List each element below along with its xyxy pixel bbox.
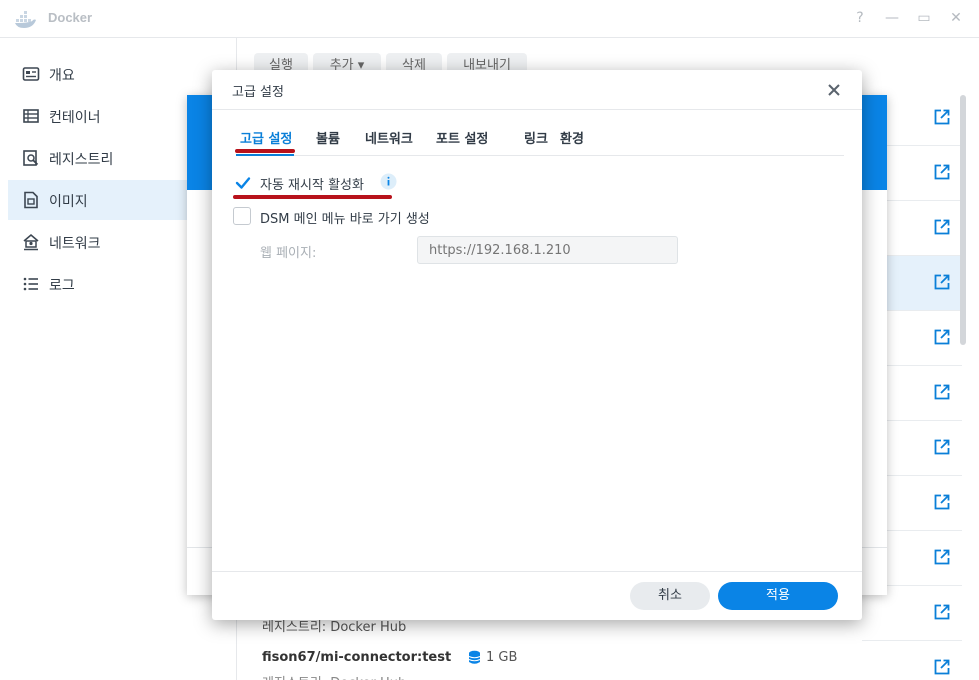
row-divider	[862, 640, 962, 641]
sidebar-item-label: 레지스트리	[49, 152, 114, 168]
container-icon	[23, 109, 39, 123]
tab-volume[interactable]: 볼륨	[316, 128, 340, 147]
open-external-icon[interactable]	[933, 493, 951, 511]
tab-advanced[interactable]: 고급 설정	[240, 128, 292, 147]
open-external-icon[interactable]	[933, 438, 951, 456]
close-icon[interactable]	[824, 80, 844, 100]
auto-restart-checkbox[interactable]	[233, 173, 251, 191]
docker-logo-icon	[15, 11, 36, 28]
red-annotation-underline	[233, 195, 392, 199]
open-external-icon[interactable]	[933, 548, 951, 566]
web-page-label: 웹 페이지:	[260, 246, 317, 261]
checkmark-icon	[235, 177, 251, 189]
sidebar-item-label: 네트워크	[49, 236, 101, 252]
title-bar: Docker ? — ▭ ✕	[0, 0, 979, 38]
image-icon	[24, 191, 38, 209]
open-external-icon[interactable]	[933, 218, 951, 236]
advanced-settings-modal: 고급 설정 고급 설정 볼륨 네트워크 포트 설정 링크 환경 자동 재시작 활…	[212, 70, 862, 620]
tab-links[interactable]: 링크	[524, 128, 548, 147]
open-external-icon[interactable]	[933, 273, 951, 291]
open-external-icon[interactable]	[933, 328, 951, 346]
open-external-icon[interactable]	[933, 658, 951, 676]
database-icon	[468, 650, 481, 664]
close-window-icon[interactable]: ✕	[946, 8, 966, 28]
image-registry-sub: 레지스트리: Docker Hub	[262, 672, 406, 680]
cancel-button[interactable]: 취소	[630, 582, 710, 610]
tab-network[interactable]: 네트워크	[365, 128, 413, 147]
dsm-shortcut-checkbox[interactable]	[233, 207, 251, 225]
registry-icon	[23, 150, 39, 166]
scrollbar[interactable]	[960, 95, 966, 345]
open-external-icon[interactable]	[933, 108, 951, 126]
open-external-icon[interactable]	[933, 163, 951, 181]
sidebar-item-label: 이미지	[49, 194, 88, 210]
open-external-icon[interactable]	[933, 383, 951, 401]
window-title: Docker	[48, 10, 93, 25]
tab-port-settings[interactable]: 포트 설정	[436, 128, 488, 147]
image-size: 1 GB	[486, 650, 518, 665]
open-external-icon[interactable]	[933, 603, 951, 621]
web-page-input[interactable]	[417, 236, 678, 264]
network-icon	[23, 233, 39, 251]
minimize-icon[interactable]: —	[882, 8, 902, 28]
sidebar-item-label: 컨테이너	[49, 110, 101, 126]
log-icon	[23, 277, 38, 291]
modal-footer-divider	[212, 571, 862, 572]
tab-environment[interactable]: 환경	[560, 128, 584, 147]
modal-header-divider	[212, 109, 862, 110]
sidebar-item-overview[interactable]: 개요	[8, 54, 237, 94]
maximize-icon[interactable]: ▭	[914, 8, 934, 28]
sidebar-item-label: 개요	[49, 68, 75, 84]
tab-bar: 고급 설정 볼륨 네트워크 포트 설정 링크 환경	[236, 124, 844, 156]
red-annotation-underline	[235, 149, 295, 153]
apply-button[interactable]: 적용	[718, 582, 838, 610]
image-name: fison67/mi-connector:test	[262, 650, 452, 665]
overview-icon	[22, 67, 40, 81]
dsm-shortcut-label[interactable]: DSM 메인 메뉴 바로 가기 생성	[260, 208, 430, 227]
help-icon[interactable]: ?	[850, 8, 870, 28]
sidebar-item-label: 로그	[49, 278, 75, 294]
modal-title: 고급 설정	[232, 85, 284, 100]
info-icon[interactable]	[380, 173, 397, 190]
active-tab-indicator	[236, 154, 294, 156]
auto-restart-label[interactable]: 자동 재시작 활성화	[260, 174, 364, 193]
